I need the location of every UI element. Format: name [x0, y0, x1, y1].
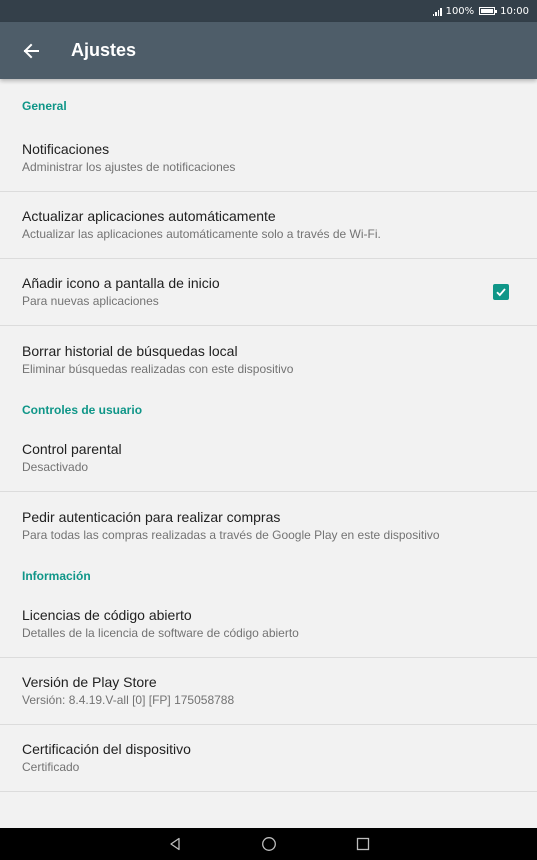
check-icon — [496, 288, 506, 297]
add-icon-checkbox[interactable] — [493, 284, 509, 300]
setting-purchase-auth[interactable]: Pedir autenticación para realizar compra… — [0, 492, 537, 559]
battery-icon — [479, 7, 498, 15]
setting-summary: Desactivado — [22, 460, 89, 474]
navigation-bar — [0, 828, 537, 860]
setting-title: Licencias de código abierto — [22, 607, 192, 623]
setting-summary: Para nuevas aplicaciones — [22, 294, 159, 308]
setting-notificaciones[interactable]: Notificaciones Administrar los ajustes d… — [0, 125, 537, 192]
nav-back-button[interactable] — [163, 832, 187, 856]
nav-recents-button[interactable] — [351, 832, 375, 856]
setting-title: Certificación del dispositivo — [22, 741, 191, 757]
setting-summary: Versión: 8.4.19.V-all [0] [FP] 175058788 — [22, 693, 235, 707]
arrow-back-icon — [23, 43, 39, 58]
setting-title: Pedir autenticación para realizar compra… — [22, 508, 281, 525]
setting-clear-search-history[interactable]: Borrar historial de búsquedas local Elim… — [0, 326, 537, 393]
signal-icon — [432, 7, 442, 16]
page-title: Ajustes — [71, 40, 137, 60]
section-header-user-controls: Controles de usuario — [22, 403, 143, 417]
setting-open-source-licenses[interactable]: Licencias de código abierto Detalles de … — [0, 591, 537, 658]
setting-play-store-version[interactable]: Versión de Play Store Versión: 8.4.19.V-… — [0, 658, 537, 725]
app-bar: Ajustes — [0, 22, 537, 79]
setting-summary: Certificado — [22, 760, 80, 774]
setting-title: Actualizar aplicaciones automáticamente — [22, 208, 276, 224]
section-header-information: Información — [22, 569, 91, 583]
back-button[interactable] — [0, 22, 64, 79]
nav-home-button[interactable] — [257, 832, 281, 856]
setting-auto-update[interactable]: Actualizar aplicaciones automáticamente … — [0, 192, 537, 259]
setting-parental-control[interactable]: Control parental Desactivado — [0, 425, 537, 492]
setting-title: Versión de Play Store — [22, 674, 157, 690]
setting-add-icon-home[interactable]: Añadir icono a pantalla de inicio Para n… — [0, 259, 537, 326]
settings-list: General Notificaciones Administrar los a… — [0, 79, 537, 828]
setting-title: Añadir icono a pantalla de inicio — [22, 275, 220, 291]
setting-summary: Administrar los ajustes de notificacione… — [22, 160, 236, 174]
back-triangle-icon — [169, 837, 180, 851]
setting-title: Notificaciones — [22, 141, 110, 157]
home-circle-icon — [261, 837, 276, 851]
recents-square-icon — [356, 837, 369, 851]
setting-device-certification[interactable]: Certificación del dispositivo Certificad… — [0, 725, 537, 792]
setting-title: Borrar historial de búsquedas local — [22, 342, 238, 359]
setting-summary: Para todas las compras realizadas a trav… — [22, 527, 440, 542]
setting-summary: Actualizar las aplicaciones automáticame… — [22, 227, 381, 241]
section-header-general: General — [22, 99, 67, 113]
setting-summary: Detalles de la licencia de software de c… — [22, 626, 299, 640]
setting-summary: Eliminar búsquedas realizadas con este d… — [22, 361, 294, 376]
status-bar: 100% 10:00 — [0, 0, 537, 22]
setting-title: Control parental — [22, 441, 122, 457]
clock: 10:00 — [500, 5, 529, 17]
battery-percent: 100% — [445, 5, 475, 17]
